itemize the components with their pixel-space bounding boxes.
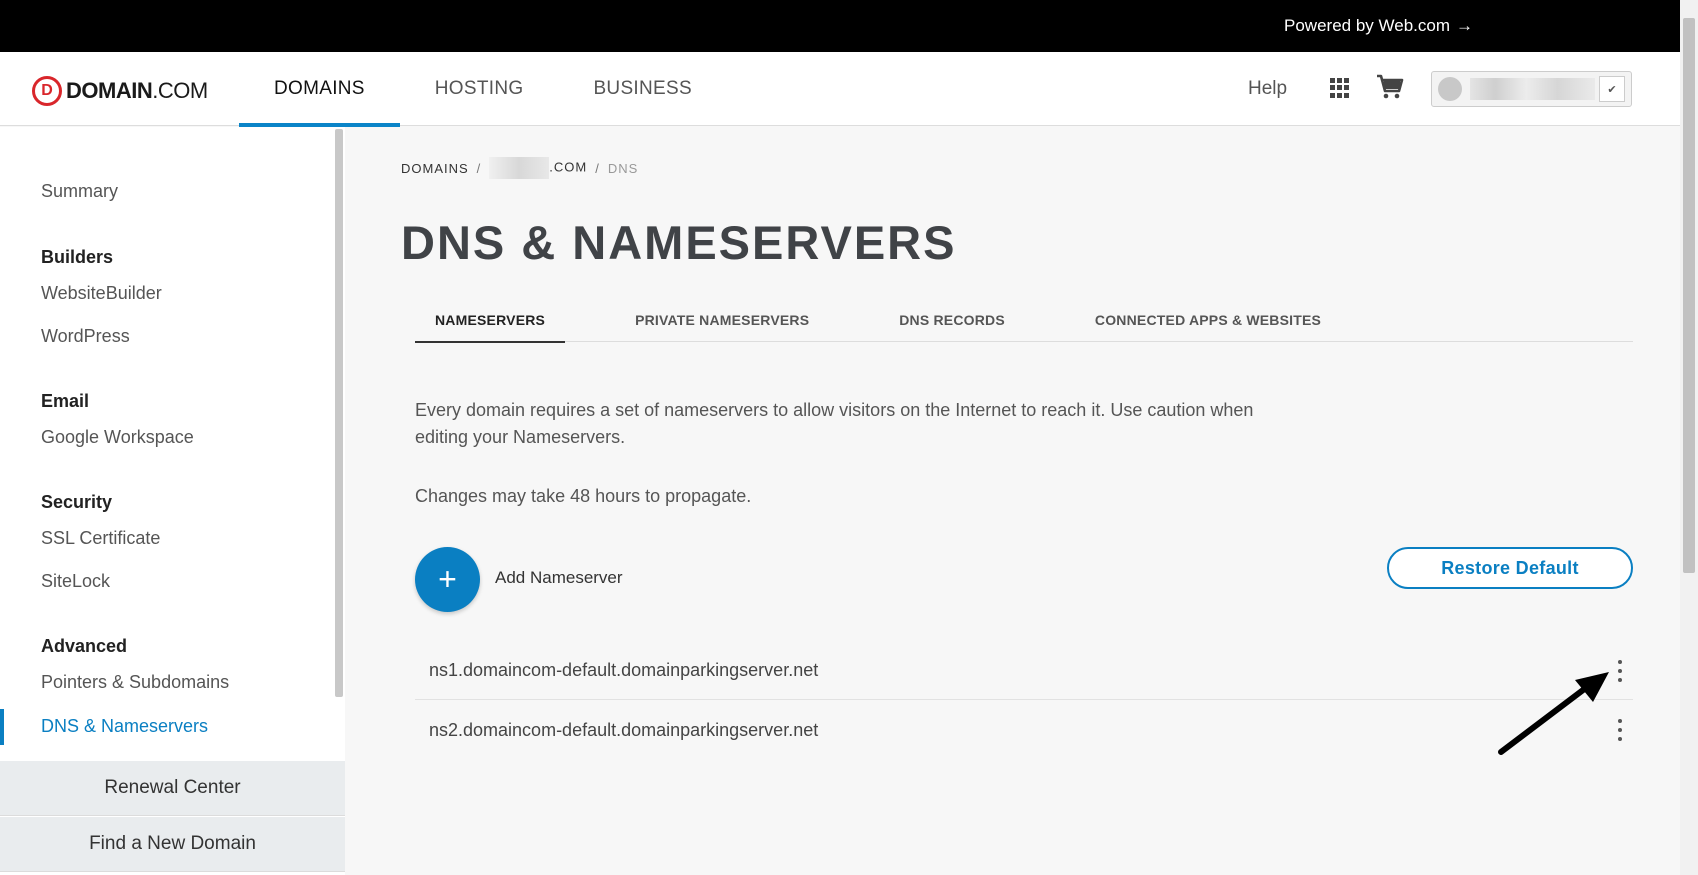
help-link[interactable]: Help — [1248, 78, 1287, 100]
sidebar-item-sitelock[interactable]: SiteLock — [41, 571, 110, 592]
cart-icon[interactable] — [1376, 74, 1404, 105]
nav-hosting[interactable]: HOSTING — [400, 52, 559, 126]
breadcrumb-domain-suffix: .COM — [549, 159, 588, 175]
redacted-domain-name — [489, 157, 550, 179]
breadcrumb-domain[interactable]: .COM — [489, 157, 587, 179]
nameserver-value: ns2.domaincom-default.domainparkingserve… — [429, 719, 819, 740]
logo-mark-icon: D — [32, 76, 62, 106]
tab-private-nameservers[interactable]: PRIVATE NAMESERVERS — [615, 297, 829, 342]
top-bar: Powered by Web.com → — [0, 0, 1698, 52]
page-title: DNS & NAMESERVERS — [401, 216, 957, 269]
sidebar-heading-advanced: Advanced — [41, 636, 128, 656]
powered-by-label: Powered by Web.com — [1284, 16, 1450, 35]
nameserver-description: Every domain requires a set of nameserve… — [415, 400, 1254, 447]
nav-business[interactable]: BUSINESS — [558, 52, 727, 126]
apps-grid-icon[interactable] — [1330, 78, 1350, 98]
page-scrollbar[interactable] — [1680, 0, 1698, 875]
account-menu[interactable]: ✔ — [1431, 71, 1632, 107]
arrow-right-icon: → — [1456, 16, 1473, 35]
more-options-icon[interactable] — [1615, 660, 1625, 682]
logo-text: DOMAIN.COM — [66, 78, 208, 104]
account-name-redacted — [1470, 78, 1595, 100]
propagation-note: Changes may take 48 hours to propagate. — [415, 486, 752, 506]
breadcrumb-separator: / — [595, 160, 600, 176]
breadcrumb-domains[interactable]: DOMAINS — [401, 161, 469, 176]
sidebar-item-summary[interactable]: Summary — [41, 181, 118, 202]
annotation-arrow-icon — [1498, 672, 1609, 755]
header: D DOMAIN.COM DOMAINS HOSTING BUSINESS He… — [0, 52, 1680, 127]
nameserver-row: ns1.domaincom-default.domainparkingserve… — [415, 642, 1633, 700]
add-nameserver-label[interactable]: Add Nameserver — [495, 568, 623, 588]
sidebar-heading-email: Email — [41, 391, 90, 411]
sidebar-scrollbar[interactable] — [335, 129, 343, 697]
add-nameserver-button[interactable]: + — [415, 547, 480, 612]
sidebar-heading-builders: Builders — [41, 247, 114, 267]
chevron-down-icon[interactable]: ✔ — [1599, 76, 1625, 102]
tab-connected-apps[interactable]: CONNECTED APPS & WEBSITES — [1075, 297, 1341, 342]
breadcrumb-separator: / — [476, 160, 482, 176]
more-options-icon[interactable] — [1615, 719, 1625, 741]
active-indicator — [0, 709, 4, 745]
powered-by-link[interactable]: Powered by Web.com → — [1284, 16, 1473, 36]
breadcrumb-current: DNS — [607, 160, 639, 176]
sidebar-heading-security: Security — [41, 492, 113, 512]
find-new-domain-button[interactable]: Find a New Domain — [0, 817, 345, 872]
sidebar-item-wordpress[interactable]: WordPress — [41, 326, 130, 347]
main-content: DOMAINS / .COM / DNS DNS & NAMESERVERS N… — [345, 127, 1680, 875]
tab-dns-records[interactable]: DNS RECORDS — [879, 297, 1025, 342]
main-nav: DOMAINS HOSTING BUSINESS — [239, 52, 727, 127]
sidebar-item-pointers-subdomains[interactable]: Pointers & Subdomains — [41, 672, 229, 693]
logo-text-bold: DOMAIN — [66, 78, 153, 103]
nameserver-value: ns1.domaincom-default.domainparkingserve… — [429, 660, 819, 680]
domain-com-logo[interactable]: D DOMAIN.COM — [32, 76, 208, 106]
sidebar-item-google-workspace[interactable]: Google Workspace — [41, 427, 194, 448]
sidebar-item-ssl-certificate[interactable]: SSL Certificate — [41, 528, 160, 549]
logo-text-light: .COM — [152, 78, 208, 103]
nav-domains[interactable]: DOMAINS — [239, 52, 400, 127]
renewal-center-button[interactable]: Renewal Center — [0, 761, 345, 816]
tab-bar: NAMESERVERS PRIVATE NAMESERVERS DNS RECO… — [415, 297, 1633, 343]
breadcrumb: DOMAINS / .COM / DNS — [401, 157, 638, 179]
tab-nameservers[interactable]: NAMESERVERS — [415, 297, 566, 343]
sidebar: Summary Builders WebsiteBuilder WordPres… — [0, 127, 345, 875]
nameserver-row: ns2.domaincom-default.domainparkingserve… — [415, 701, 1633, 759]
sidebar-item-dns-nameservers[interactable]: DNS & Nameservers — [41, 716, 208, 737]
avatar — [1438, 77, 1462, 101]
sidebar-item-websitebuilder[interactable]: WebsiteBuilder — [41, 283, 162, 304]
page-scrollbar-thumb[interactable] — [1683, 18, 1695, 573]
restore-default-button[interactable]: Restore Default — [1387, 547, 1633, 589]
